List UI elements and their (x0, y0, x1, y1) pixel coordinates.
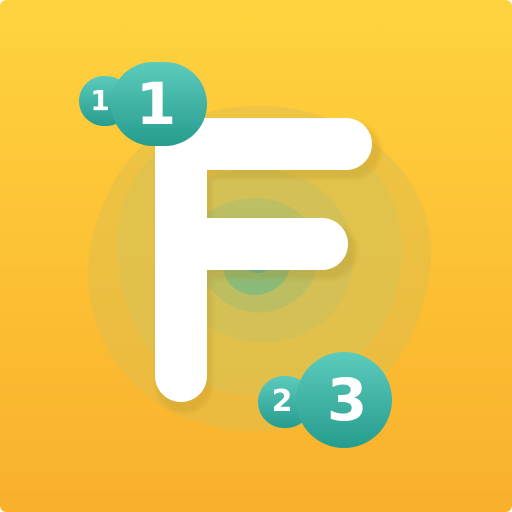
badge-bottom-large: 3 (296, 352, 392, 448)
badge-top-large-number: 1 (135, 70, 177, 138)
icon-artwork (79, 62, 432, 448)
badge-top-small-number: 1 (90, 84, 110, 117)
badge-bottom-large-number: 3 (326, 366, 368, 434)
badge-top-large: 1 (111, 62, 207, 146)
badge-bottom-small-number: 2 (271, 384, 293, 419)
app-icon: 1 1 2 3 (0, 0, 512, 512)
